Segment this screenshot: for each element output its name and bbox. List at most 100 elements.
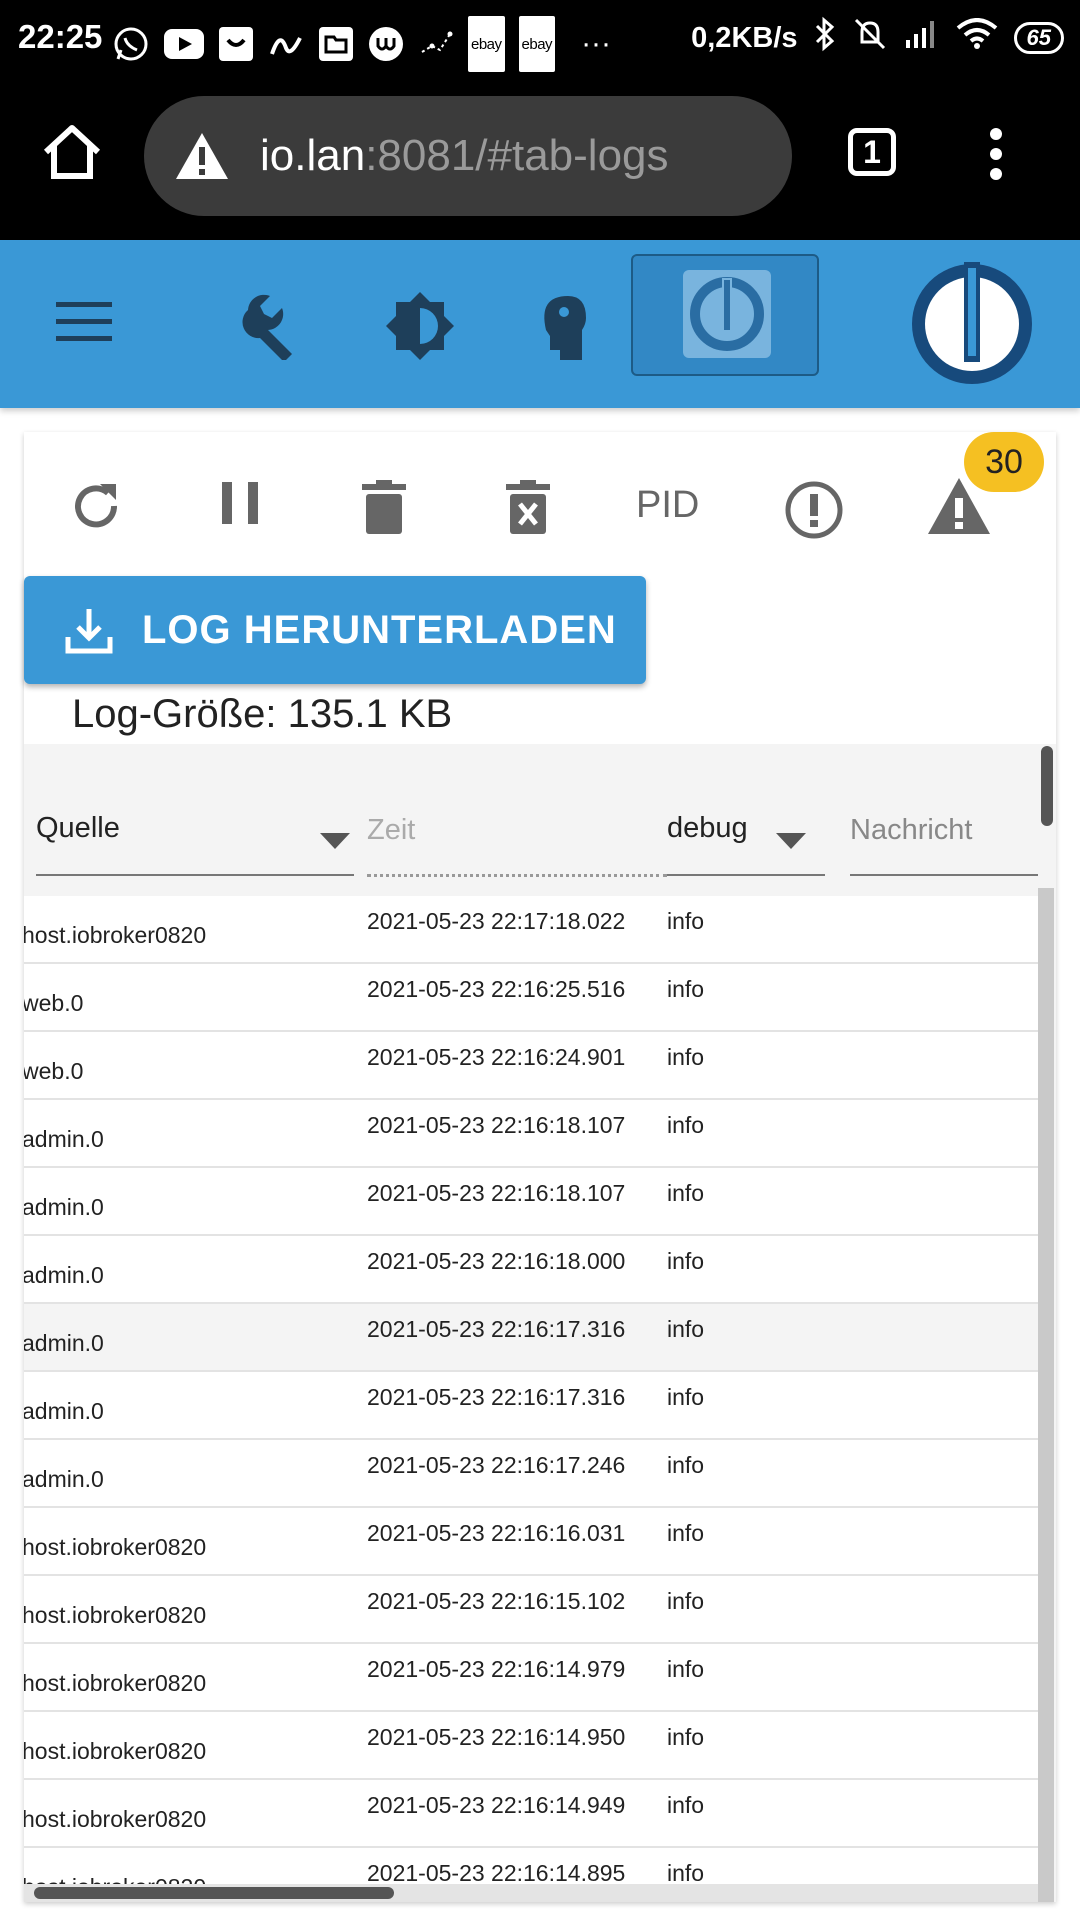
row-severity: info [667, 1588, 705, 1614]
menu-icon[interactable] [56, 300, 112, 349]
row-time: 2021-05-23 22:16:14.950 [367, 1724, 626, 1750]
tab-switcher-button[interactable]: 1 [848, 128, 896, 176]
brightness-icon[interactable] [386, 292, 454, 365]
row-source: host.iobroker0820 [24, 1670, 207, 1696]
head-icon[interactable] [536, 290, 588, 367]
severity-filter-select[interactable]: debug [667, 812, 748, 845]
row-severity: info [667, 1180, 705, 1206]
row-source: admin.0 [24, 1398, 104, 1424]
table-row[interactable]: admin.0 2021-05-23 22:16:17.316 info [24, 1372, 1038, 1440]
horizontal-scroll-thumb[interactable] [34, 1887, 394, 1899]
row-time: 2021-05-23 22:16:14.949 [367, 1792, 626, 1818]
delete-all-icon[interactable] [506, 480, 550, 534]
row-source: host.iobroker0820 [24, 1602, 207, 1628]
row-severity: info [667, 1656, 705, 1682]
row-source: web.0 [24, 990, 84, 1016]
row-severity: info [667, 1112, 705, 1138]
battery-indicator: 65 [1013, 22, 1064, 54]
status-right: 0,2KB/s 65 [691, 16, 1064, 60]
iobroker-tab[interactable] [631, 254, 819, 376]
row-time: 2021-05-23 22:16:18.107 [367, 1180, 626, 1206]
table-row[interactable]: admin.0 2021-05-23 22:16:18.107 info [24, 1168, 1038, 1236]
message-underline [850, 874, 1040, 876]
chevron-down-icon[interactable] [776, 824, 806, 857]
table-row[interactable]: host.iobroker0820 2021-05-23 22:16:14.949… [24, 1780, 1038, 1848]
row-source: host.iobroker0820 [24, 922, 207, 948]
pause-icon[interactable] [220, 480, 260, 526]
time-filter-input[interactable]: Zeit [367, 814, 415, 847]
row-time: 2021-05-23 22:16:17.316 [367, 1384, 626, 1410]
status-time: 22:25 [18, 18, 103, 55]
wrench-icon[interactable] [240, 290, 310, 365]
row-severity: info [667, 976, 705, 1002]
mute-bell-icon [852, 16, 888, 60]
row-source: host.iobroker0820 [24, 1806, 207, 1832]
status-bar: 22:25 ebay ebay ··· 0,2KB/s 65 [0, 0, 1080, 72]
row-time: 2021-05-23 22:16:15.102 [367, 1588, 626, 1614]
iobroker-logo [910, 262, 1034, 391]
row-source: admin.0 [24, 1466, 104, 1492]
table-row[interactable]: admin.0 2021-05-23 22:16:17.246 info [24, 1440, 1038, 1508]
refresh-icon[interactable] [70, 480, 122, 532]
signal-icon [904, 18, 940, 58]
table-row[interactable]: host.iobroker0820 2021-05-23 22:16:14.979… [24, 1644, 1038, 1712]
log-table: Quelle Zeit debug Nachricht host.iobroke… [24, 744, 1056, 1902]
browser-toolbar: io.lan:8081/#tab-logs 1 [0, 72, 1080, 240]
row-severity: info [667, 908, 705, 934]
more-options-icon[interactable] [984, 128, 1008, 185]
signature-icon [268, 24, 304, 64]
table-row[interactable]: admin.0 2021-05-23 22:16:18.107 info [24, 1100, 1038, 1168]
table-row[interactable]: host.iobroker0820 2021-05-23 22:17:18.022… [24, 896, 1038, 964]
delete-icon[interactable] [362, 480, 406, 534]
table-row[interactable]: web.0 2021-05-23 22:16:24.901 info [24, 1032, 1038, 1100]
download-log-button[interactable]: LOG HERUNTERLADEN [24, 576, 646, 684]
horizontal-scrollbar[interactable] [24, 1884, 1038, 1902]
row-time: 2021-05-23 22:16:18.107 [367, 1112, 626, 1138]
log-size-text: Log-Größe: 135.1 KB [72, 692, 453, 736]
table-row[interactable]: web.0 2021-05-23 22:16:25.516 info [24, 964, 1038, 1032]
table-body: host.iobroker0820 2021-05-23 22:17:18.022… [24, 896, 1038, 1902]
chevron-down-icon[interactable] [320, 824, 350, 857]
download-log-label: LOG HERUNTERLADEN [142, 607, 617, 652]
row-severity: info [667, 1520, 705, 1546]
vertical-scroll-thumb[interactable] [1041, 746, 1053, 826]
insecure-warning-icon[interactable] [174, 131, 230, 181]
ebay-icon: ebay [468, 16, 505, 72]
row-severity: info [667, 1044, 705, 1070]
vertical-scroll-rail [1038, 888, 1054, 1902]
error-filter-icon[interactable] [784, 480, 844, 540]
home-icon[interactable] [42, 124, 102, 185]
row-time: 2021-05-23 22:16:16.031 [367, 1520, 626, 1546]
row-severity: info [667, 1724, 705, 1750]
table-header: Quelle Zeit debug Nachricht [24, 744, 1040, 888]
table-row[interactable]: host.iobroker0820 2021-05-23 22:16:15.102… [24, 1576, 1038, 1644]
row-time: 2021-05-23 22:16:18.000 [367, 1248, 626, 1274]
source-filter-select[interactable]: Quelle [36, 812, 120, 845]
row-source: admin.0 [24, 1330, 104, 1356]
url-path: :8081/#tab-logs [365, 131, 669, 180]
address-bar[interactable]: io.lan:8081/#tab-logs [144, 96, 792, 216]
pid-toggle[interactable]: PID [636, 484, 699, 527]
bluetooth-icon [814, 16, 836, 60]
row-source: host.iobroker0820 [24, 1738, 207, 1764]
time-underline [367, 874, 667, 877]
table-row[interactable]: admin.0 2021-05-23 22:16:18.000 info [24, 1236, 1038, 1304]
youtube-icon [164, 24, 204, 64]
table-row[interactable]: host.iobroker0820 2021-05-23 22:16:16.031… [24, 1508, 1038, 1576]
folder-icon [318, 24, 354, 64]
row-source: host.iobroker0820 [24, 1534, 207, 1560]
row-severity: info [667, 1384, 705, 1410]
constellation-icon [418, 24, 454, 64]
iobroker-tab-icon [683, 270, 771, 358]
table-row[interactable]: host.iobroker0820 2021-05-23 22:16:14.950… [24, 1712, 1038, 1780]
url-text[interactable]: io.lan:8081/#tab-logs [260, 131, 669, 181]
log-toolbar: PID 30 [24, 432, 1056, 572]
table-row[interactable]: admin.0 2021-05-23 22:16:17.316 info [24, 1304, 1038, 1372]
row-time: 2021-05-23 22:16:14.895 [367, 1860, 626, 1886]
row-time: 2021-05-23 22:16:17.316 [367, 1316, 626, 1342]
wifi-icon [956, 18, 998, 58]
message-filter-input[interactable]: Nachricht [850, 814, 973, 847]
row-time: 2021-05-23 22:16:25.516 [367, 976, 626, 1002]
whatsapp-icon [112, 24, 150, 64]
severity-underline [667, 874, 825, 876]
